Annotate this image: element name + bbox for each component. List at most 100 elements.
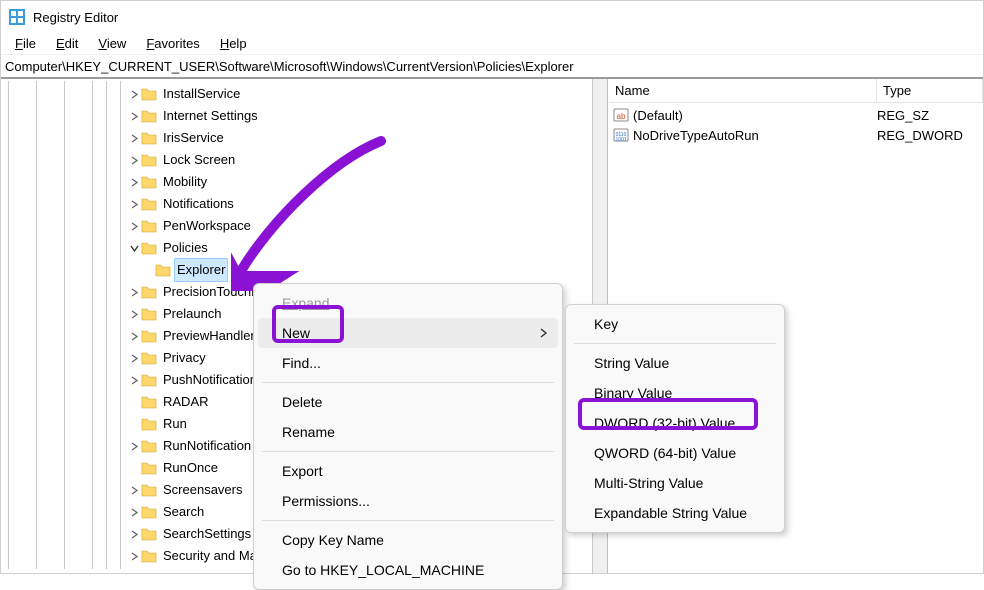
context-menu-new: Key String Value Binary Value DWORD (32-… bbox=[565, 304, 785, 533]
ctx2-sep bbox=[574, 343, 776, 344]
menu-view[interactable]: View bbox=[88, 34, 136, 53]
folder-icon bbox=[141, 548, 157, 564]
tree-item-irisservice[interactable]: IrisService bbox=[1, 127, 592, 149]
tree-item-mobility[interactable]: Mobility bbox=[1, 171, 592, 193]
ctx-new-key[interactable]: Key bbox=[566, 309, 784, 339]
ctx-new-dword[interactable]: DWORD (32-bit) Value bbox=[566, 408, 784, 438]
col-header-type[interactable]: Type bbox=[877, 79, 983, 102]
ctx-copy-key-name[interactable]: Copy Key Name bbox=[254, 525, 562, 555]
chevron-right-icon[interactable] bbox=[127, 545, 141, 567]
chevron-right-icon[interactable] bbox=[127, 281, 141, 303]
chevron-right-icon[interactable] bbox=[127, 105, 141, 127]
ctx-permissions[interactable]: Permissions... bbox=[254, 486, 562, 516]
chevron-right-icon[interactable] bbox=[127, 479, 141, 501]
tree-item-installservice[interactable]: InstallService bbox=[1, 83, 592, 105]
folder-icon bbox=[141, 108, 157, 124]
folder-icon bbox=[141, 350, 157, 366]
chevron-right-icon[interactable] bbox=[127, 325, 141, 347]
ctx-sep-3 bbox=[262, 520, 554, 521]
chevron-right-icon[interactable] bbox=[127, 435, 141, 457]
chevron-right-icon[interactable] bbox=[127, 215, 141, 237]
chevron-right-icon[interactable] bbox=[127, 83, 141, 105]
tree-item-notifications[interactable]: Notifications bbox=[1, 193, 592, 215]
ctx-export[interactable]: Export bbox=[254, 456, 562, 486]
expander-empty bbox=[141, 259, 155, 281]
chevron-right-icon[interactable] bbox=[127, 369, 141, 391]
ctx-new[interactable]: New bbox=[258, 318, 558, 348]
tree-item-internet-settings[interactable]: Internet Settings bbox=[1, 105, 592, 127]
tree-label: RunOnce bbox=[161, 457, 220, 479]
tree-label: PushNotifications bbox=[161, 369, 265, 391]
value-type: REG_SZ bbox=[877, 108, 983, 123]
tree-label: RADAR bbox=[161, 391, 211, 413]
list-header: Name Type bbox=[609, 79, 983, 103]
chevron-right-icon[interactable] bbox=[127, 501, 141, 523]
chevron-down-icon[interactable] bbox=[127, 237, 141, 259]
expander-empty bbox=[127, 457, 141, 479]
value-name: (Default) bbox=[633, 108, 877, 123]
value-row[interactable]: ab (Default)REG_SZ bbox=[609, 105, 983, 125]
address-bar[interactable]: Computer\HKEY_CURRENT_USER\Software\Micr… bbox=[1, 55, 983, 79]
folder-icon bbox=[141, 196, 157, 212]
tree-label: Screensavers bbox=[161, 479, 244, 501]
tree-label: RunNotification bbox=[161, 435, 253, 457]
folder-icon bbox=[141, 218, 157, 234]
menu-file[interactable]: File bbox=[5, 34, 46, 53]
tree-item-explorer[interactable]: Explorer bbox=[1, 259, 592, 281]
ctx-new-string[interactable]: String Value bbox=[566, 348, 784, 378]
value-list[interactable]: ab (Default)REG_SZ 01101001 NoDriveTypeAuto… bbox=[609, 103, 983, 145]
ctx-rename[interactable]: Rename bbox=[254, 417, 562, 447]
menu-favorites[interactable]: Favorites bbox=[136, 34, 209, 53]
expander-empty bbox=[127, 413, 141, 435]
folder-icon bbox=[141, 460, 157, 476]
folder-icon bbox=[141, 394, 157, 410]
ctx-expand: Expand bbox=[254, 288, 562, 318]
tree-label: Policies bbox=[161, 237, 210, 259]
title-bar: Registry Editor bbox=[1, 1, 983, 33]
ctx-new-label: New bbox=[282, 325, 310, 341]
folder-icon bbox=[141, 130, 157, 146]
menu-edit[interactable]: Edit bbox=[46, 34, 88, 53]
tree-label: Prelaunch bbox=[161, 303, 224, 325]
ctx-new-binary[interactable]: Binary Value bbox=[566, 378, 784, 408]
ctx-delete[interactable]: Delete bbox=[254, 387, 562, 417]
tree-label: IrisService bbox=[161, 127, 226, 149]
menu-help[interactable]: Help bbox=[210, 34, 257, 53]
tree-label: Mobility bbox=[161, 171, 209, 193]
folder-icon bbox=[141, 438, 157, 454]
value-name: NoDriveTypeAutoRun bbox=[633, 128, 877, 143]
tree-item-policies[interactable]: Policies bbox=[1, 237, 592, 259]
string-value-icon: ab bbox=[613, 107, 629, 123]
value-row[interactable]: 01101001 NoDriveTypeAutoRunREG_DWORD bbox=[609, 125, 983, 145]
folder-icon bbox=[141, 152, 157, 168]
ctx-sep-2 bbox=[262, 451, 554, 452]
chevron-right-icon[interactable] bbox=[127, 193, 141, 215]
tree-label: PreviewHandlers bbox=[161, 325, 263, 347]
ctx-new-expandstring[interactable]: Expandable String Value bbox=[566, 498, 784, 528]
tree-item-lock-screen[interactable]: Lock Screen bbox=[1, 149, 592, 171]
folder-icon bbox=[141, 174, 157, 190]
folder-icon bbox=[141, 240, 157, 256]
chevron-right-icon[interactable] bbox=[127, 171, 141, 193]
folder-icon bbox=[141, 504, 157, 520]
numeric-value-icon: 01101001 bbox=[613, 127, 629, 143]
folder-icon bbox=[141, 284, 157, 300]
chevron-right-icon[interactable] bbox=[127, 523, 141, 545]
chevron-right-icon[interactable] bbox=[127, 347, 141, 369]
ctx-new-qword[interactable]: QWORD (64-bit) Value bbox=[566, 438, 784, 468]
col-header-name[interactable]: Name bbox=[609, 79, 877, 102]
chevron-right-icon[interactable] bbox=[127, 127, 141, 149]
tree-item-penworkspace[interactable]: PenWorkspace bbox=[1, 215, 592, 237]
ctx-sep-1 bbox=[262, 382, 554, 383]
value-type: REG_DWORD bbox=[877, 128, 983, 143]
ctx-goto-hklm[interactable]: Go to HKEY_LOCAL_MACHINE bbox=[254, 555, 562, 585]
tree-label: Search bbox=[161, 501, 206, 523]
ctx-new-multistring[interactable]: Multi-String Value bbox=[566, 468, 784, 498]
folder-icon bbox=[141, 328, 157, 344]
chevron-right-icon[interactable] bbox=[127, 149, 141, 171]
tree-label: SearchSettings bbox=[161, 523, 253, 545]
tree-label: Privacy bbox=[161, 347, 208, 369]
ctx-find[interactable]: Find... bbox=[254, 348, 562, 378]
chevron-right-icon[interactable] bbox=[127, 303, 141, 325]
folder-icon bbox=[141, 482, 157, 498]
